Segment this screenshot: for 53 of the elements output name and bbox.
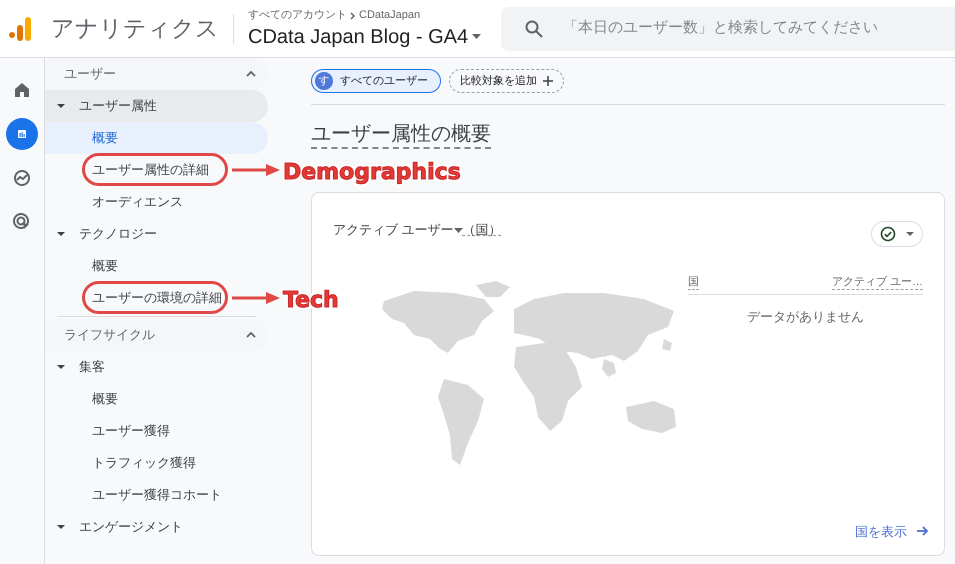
rail-button[interactable] [6,118,38,150]
annotation-label: Tech [283,287,339,315]
breadcrumb-link[interactable]: CDataJapan [359,7,420,24]
add-comparison-button[interactable]: 比較対象を追加 [449,69,564,93]
nav-group[interactable]: テクノロジー [45,218,268,250]
search-icon [525,20,544,38]
breadcrumb-link[interactable]: すべてのアカウント [248,7,347,24]
segment-chip[interactable]: す すべてのユーザー [311,69,441,93]
nav-item[interactable]: ユーザー獲得コホート [92,479,222,511]
view-countries-link[interactable]: 国を表示 [855,522,929,541]
chevron-up-icon [246,332,256,338]
nav-group[interactable]: エンゲージメント [45,511,268,543]
caret-down-icon [57,525,65,529]
annotation-arrow [232,164,280,176]
caret-down-icon [57,365,65,369]
nav-group[interactable]: ユーザー属性 [45,90,268,122]
search-bar[interactable]: 「本日のユーザー数」と検索してみてください [501,6,955,50]
chevron-right-icon [350,12,356,20]
column-header[interactable]: 国 [688,275,699,290]
trend-circle-icon [12,168,32,188]
caret-down-icon [906,232,914,236]
caret-down-icon [472,34,482,40]
analytics-logo-icon [9,16,31,40]
nav-item[interactable]: 概要 [92,383,118,415]
caret-down-icon [57,232,65,236]
page-title: ユーザー属性の概要 [311,121,491,149]
chevron-up-icon [246,71,256,77]
check-circle-icon [880,226,896,242]
property-selector[interactable]: CData Japan Blog - GA4 [248,24,482,50]
nav-item[interactable]: ユーザーの環境の詳細 [92,282,222,314]
dimension-label: （国） [462,221,502,240]
caret-down-icon [454,228,463,232]
nav-group[interactable]: 集客 [45,351,268,383]
plus-icon [543,76,553,86]
nav-item[interactable]: 概要 [45,122,268,154]
caret-down-icon [57,104,65,108]
nav-item[interactable]: トラフィック獲得 [92,447,196,479]
empty-message: データがありません [747,308,864,326]
metric-selector[interactable]: アクティブ ユーザー [333,220,463,240]
status-dropdown[interactable] [871,221,923,247]
annotation-label: Demographics [283,159,461,187]
nav-item[interactable]: オーディエンス [92,186,183,218]
nav-item[interactable]: ユーザー属性の詳細 [92,154,209,186]
nav-item[interactable]: ユーザー獲得 [92,415,170,447]
column-header[interactable]: アクティブ ユー… [832,275,923,290]
segment-avatar: す [315,72,333,90]
target-cursor-icon [12,212,32,232]
arrow-right-icon [917,525,929,538]
search-field[interactable]: 「本日のユーザー数」と検索してみてください [563,17,944,40]
nav-item[interactable]: 概要 [92,250,118,282]
home-icon [12,80,32,100]
product-name: アナリティクス [51,14,219,44]
annotation-arrow [232,292,280,304]
